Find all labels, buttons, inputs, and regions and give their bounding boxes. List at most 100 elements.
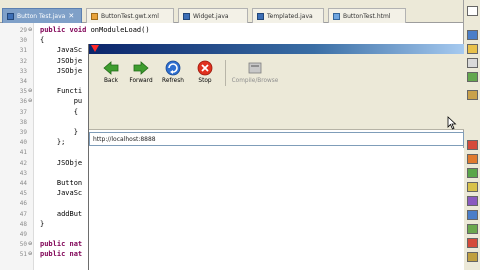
refresh-button[interactable]: Refresh	[155, 59, 191, 89]
stop-icon	[197, 60, 213, 76]
view-icon[interactable]	[467, 238, 478, 248]
code-keyword: public nat	[40, 240, 83, 249]
code-keyword: public void	[40, 26, 87, 34]
html-file-icon	[333, 12, 340, 20]
view-icon[interactable]	[467, 182, 478, 192]
toolbar-separator	[225, 60, 226, 86]
code-text: pu	[73, 97, 83, 106]
browser-content-area[interactable]	[89, 148, 464, 270]
stop-button[interactable]: Stop	[187, 59, 223, 89]
view-icon[interactable]	[467, 210, 478, 220]
close-icon[interactable]: ✕	[68, 12, 74, 20]
code-line: JavaSc	[40, 189, 82, 197]
view-icon[interactable]	[467, 154, 478, 164]
line-number: 51	[19, 251, 27, 259]
tab-label: Widget.java	[193, 12, 229, 20]
tab-buttontest-html[interactable]: ButtonTest.html	[328, 8, 406, 23]
line-number: 42	[19, 159, 27, 167]
browser-toolbar: Back Forward Refresh Stop Compile/Browse	[89, 54, 464, 130]
forward-label: Forward	[129, 78, 153, 84]
line-number: 33	[19, 67, 27, 75]
compile-browse-button[interactable]: Compile/Browse	[231, 59, 279, 89]
gwt-logo-icon	[91, 45, 99, 52]
code-text: }	[73, 128, 78, 136]
view-icon[interactable]	[467, 72, 478, 82]
view-icon[interactable]	[467, 252, 478, 262]
code-text: JavaSc	[56, 189, 83, 198]
minimize-icon[interactable]	[467, 6, 478, 16]
tab-buttontest-gwt-xml[interactable]: ButtonTest.gwt.xml	[86, 8, 174, 23]
code-text: {	[73, 107, 78, 116]
code-line: }	[40, 128, 78, 136]
line-number: 50	[19, 241, 27, 249]
line-number: 43	[19, 169, 27, 177]
code-keyword: public nat	[40, 250, 83, 259]
view-icon[interactable]	[467, 224, 478, 234]
tab-label: ButtonTest.gwt.xml	[101, 12, 159, 20]
line-number: 40	[19, 139, 27, 147]
tab-widget-java[interactable]: Widget.java	[178, 8, 248, 23]
view-icon[interactable]	[467, 140, 478, 150]
code-line: }	[40, 220, 44, 228]
code-text: }	[40, 219, 45, 228]
right-toolbar	[463, 0, 480, 270]
view-icon[interactable]	[467, 90, 478, 100]
line-number: 32	[19, 57, 27, 65]
mouse-cursor-icon	[447, 116, 457, 130]
code-line: {	[40, 36, 44, 44]
line-number: 41	[19, 149, 27, 157]
tab-label: ButtonTest.html	[343, 12, 391, 20]
browser-title-bar[interactable]	[89, 44, 464, 54]
view-icon[interactable]	[467, 58, 478, 68]
code-text: Button	[56, 179, 83, 187]
code-text: Functi	[56, 87, 83, 96]
forward-arrow-icon	[133, 61, 149, 75]
refresh-icon	[165, 60, 181, 76]
code-line: JavaSc	[40, 46, 82, 54]
view-icon[interactable]	[467, 196, 478, 206]
fold-marker-icon[interactable]: ⊖	[28, 251, 32, 257]
forward-button[interactable]: Forward	[123, 59, 159, 89]
code-text: };	[56, 138, 66, 147]
line-number: 46	[19, 200, 27, 208]
code-line: public nat	[40, 250, 82, 258]
tab-templated-java[interactable]: Templated.java	[252, 8, 324, 23]
hosted-browser-window: Back Forward Refresh Stop Compile/Browse…	[88, 44, 464, 270]
code-line: JSObje	[40, 159, 82, 167]
fold-marker-icon[interactable]: ⊖	[28, 88, 32, 94]
stop-label: Stop	[198, 78, 212, 84]
line-number: 49	[19, 231, 27, 238]
line-number: 38	[19, 118, 27, 126]
line-number: 34	[19, 78, 27, 85]
code-line: pu	[40, 97, 82, 105]
line-number: 35	[19, 88, 27, 96]
fold-marker-icon[interactable]: ⊖	[28, 27, 32, 33]
editor-tab-bar: Button Test.java ✕ ButtonTest.gwt.xml Wi…	[0, 0, 463, 23]
fold-marker-icon[interactable]: ⊖	[28, 98, 32, 104]
line-number: 30	[19, 37, 27, 45]
view-icon[interactable]	[467, 30, 478, 40]
code-line: JSObje	[40, 57, 82, 65]
view-icon[interactable]	[467, 44, 478, 54]
view-icon[interactable]	[467, 168, 478, 178]
tab-buttontest-java[interactable]: Button Test.java ✕	[2, 8, 82, 23]
code-line: Functi	[40, 87, 82, 95]
code-text: JSObje	[56, 66, 83, 75]
line-number: 44	[19, 180, 27, 187]
code-text: onModuleLoad()	[86, 26, 150, 34]
code-line: public nat	[40, 240, 82, 248]
url-input[interactable]: http://localhost:8888	[89, 132, 464, 146]
code-line: Button	[40, 179, 82, 187]
fold-marker-icon[interactable]: ⊖	[28, 241, 32, 247]
compile-browse-label: Compile/Browse	[231, 78, 279, 84]
